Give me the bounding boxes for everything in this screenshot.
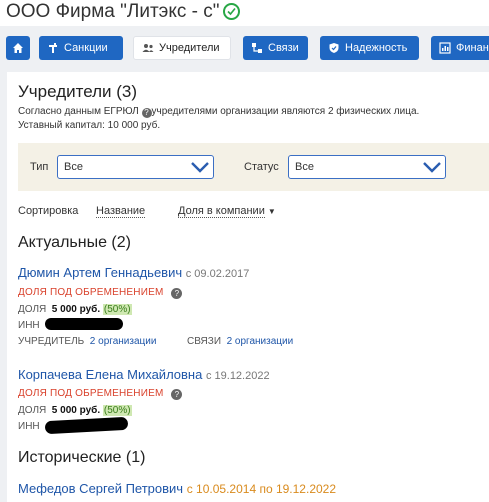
share-percent: (50%) <box>102 405 132 416</box>
tab-founders[interactable]: Учредители <box>133 36 231 60</box>
tab-links[interactable]: Связи <box>243 36 308 60</box>
founder-since: с 09.02.2017 <box>185 268 250 280</box>
help-icon[interactable]: ? <box>141 108 152 118</box>
founder-of-label: УЧРЕДИТЕЛЬ <box>18 336 85 347</box>
current-founders-title: Актуальные (2) <box>18 234 131 251</box>
sort-by-name-label: Название <box>96 205 146 218</box>
type-filter-select[interactable]: Все <box>57 155 214 179</box>
tab-founders-label: Учредители <box>159 42 220 54</box>
founder-relations-row: УЧРЕДИТЕЛЬ 2 организации <box>18 336 156 347</box>
status-filter-select[interactable]: Все <box>288 155 446 179</box>
chevron-down-icon <box>191 162 209 173</box>
connections-link[interactable]: 2 организации <box>227 336 294 347</box>
founder-name[interactable]: Корпачева Елена Михайловна <box>18 367 202 382</box>
connections-label: СВЯЗИ <box>187 336 222 347</box>
founder-period: с 10.05.2014 по 19.12.2022 <box>186 482 337 496</box>
founders-note: Согласно данным ЕГРЮЛ ? учредителями орга… <box>18 106 419 118</box>
inn-label: ИНН <box>18 421 40 432</box>
share-value: 5 000 руб. <box>51 405 101 416</box>
founders-icon <box>142 44 154 52</box>
share-percent: (50%) <box>102 304 132 315</box>
share-row: ДОЛЯ 5 000 руб. (50%) <box>18 405 132 416</box>
caret-down-icon: ▼ <box>267 207 276 216</box>
shield-icon <box>329 43 339 53</box>
finance-icon <box>439 42 451 54</box>
founder-since: с 19.12.2022 <box>205 370 270 382</box>
sort-label: Сортировка <box>18 205 79 217</box>
tab-home[interactable] <box>6 36 30 60</box>
historical-founder-link[interactable]: Мефедов Сергей Петрович с 10.05.2014 по … <box>18 481 336 496</box>
founder-of-link[interactable]: 2 организации <box>90 336 157 347</box>
redacted-inn <box>45 318 123 330</box>
tab-finance-label: Финан <box>456 42 489 54</box>
tab-reliability-label: Надежность <box>345 42 408 54</box>
company-name: ООО Фирма "Литэкс - с" <box>6 1 220 22</box>
founder-name[interactable]: Мефедов Сергей Петрович <box>18 481 183 496</box>
type-filter-label: Тип <box>30 161 49 173</box>
status-filter-value: Все <box>295 161 314 173</box>
encumbrance-label: ДОЛЯ ПОД ОБРЕМЕНЕНИЕМ ? <box>18 287 183 299</box>
check-circle-icon <box>223 3 240 20</box>
inn-label: ИНН <box>18 320 40 331</box>
help-icon[interactable]: ? <box>171 389 183 400</box>
chevron-down-icon <box>423 162 441 173</box>
encumbrance-text: ДОЛЯ ПОД ОБРЕМЕНЕНИЕМ <box>18 388 164 399</box>
founder-name[interactable]: Дюмин Артем Геннадьевич <box>18 265 182 280</box>
help-icon[interactable]: ? <box>171 288 183 299</box>
connections-row: СВЯЗИ 2 организации <box>187 336 293 347</box>
company-header: ООО Фирма "Литэкс - с" <box>0 0 489 26</box>
share-value: 5 000 руб. <box>51 304 101 315</box>
founder-name-link[interactable]: Корпачева Елена Михайловна с 19.12.2022 <box>18 367 270 382</box>
links-icon <box>252 43 262 53</box>
tab-reliability[interactable]: Надежность <box>320 36 419 60</box>
sort-by-share[interactable]: Доля в компании ▼ <box>178 205 276 218</box>
encumbrance-text: ДОЛЯ ПОД ОБРЕМЕНЕНИЕМ <box>18 287 164 298</box>
tab-sanctions[interactable]: Санкции <box>39 36 123 60</box>
sanctions-icon <box>49 43 57 53</box>
home-icon <box>13 43 23 53</box>
historical-founders-title: Исторические (1) <box>18 449 146 466</box>
share-label: ДОЛЯ <box>18 304 47 315</box>
sort-by-share-label: Доля в компании <box>178 205 265 218</box>
status-filter-label: Статус <box>244 161 279 173</box>
founders-note-after: учредителями организации являются 2 физи… <box>151 106 420 117</box>
share-label: ДОЛЯ <box>18 405 47 416</box>
tab-links-label: Связи <box>268 42 299 54</box>
founders-note-before: Согласно данным ЕГРЮЛ <box>18 106 139 117</box>
tab-sanctions-label: Санкции <box>64 42 108 54</box>
type-filter-value: Все <box>64 161 83 173</box>
share-row: ДОЛЯ 5 000 руб. (50%) <box>18 304 132 315</box>
sort-by-name[interactable]: Название <box>96 205 146 218</box>
encumbrance-label: ДОЛЯ ПОД ОБРЕМЕНЕНИЕМ ? <box>18 388 183 400</box>
founder-name-link[interactable]: Дюмин Артем Геннадьевич с 09.02.2017 <box>18 265 249 280</box>
founders-title: Учредители (3) <box>18 82 138 101</box>
tab-finance[interactable]: Финан <box>431 36 489 60</box>
section-tabs: Санкции Учредители Связи Надежность Фина… <box>0 26 489 70</box>
authorized-capital: Уставный капитал: 10 000 руб. <box>18 120 161 131</box>
